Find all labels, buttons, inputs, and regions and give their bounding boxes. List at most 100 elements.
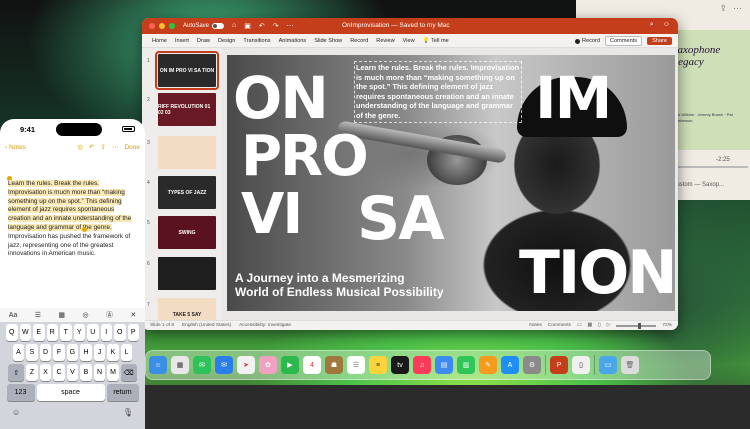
playback-progress[interactable]	[672, 166, 748, 168]
key[interactable]: Q	[6, 324, 18, 341]
key[interactable]: R	[46, 324, 58, 341]
key[interactable]: U	[87, 324, 99, 341]
downloads-folder-icon[interactable]: ▭	[599, 356, 617, 374]
tab-transitions[interactable]: Transitions	[239, 38, 274, 44]
home-icon[interactable]: ⌂	[232, 22, 236, 30]
microphone-icon[interactable]: 🎙	[123, 408, 133, 417]
iphone-mirroring-icon[interactable]: ▯	[572, 356, 590, 374]
key[interactable]: N	[93, 364, 106, 381]
accessibility-indicator[interactable]: Accessibility: Investigate	[239, 323, 291, 328]
key[interactable]: W	[19, 324, 31, 341]
key[interactable]: V	[66, 364, 79, 381]
close-keyboard-button[interactable]: ✕	[130, 311, 136, 319]
messages-icon[interactable]: ✉	[193, 356, 211, 374]
key[interactable]: Y	[73, 324, 85, 341]
key[interactable]: J	[93, 344, 106, 361]
slide-thumbnail[interactable]	[158, 136, 216, 169]
slide-thumbnail[interactable]: RIFF REVOLUTION 01 02 03	[158, 93, 216, 126]
key[interactable]: H	[80, 344, 92, 361]
key[interactable]: E	[33, 324, 45, 341]
close-button[interactable]	[149, 23, 155, 29]
delete-key[interactable]: ⌫	[120, 364, 137, 381]
share-icon[interactable]: ⇪	[101, 143, 106, 151]
key[interactable]: P	[127, 324, 139, 341]
reading-view-icon[interactable]: ▯	[598, 323, 601, 328]
mail-icon[interactable]: ✉	[215, 356, 233, 374]
return-key[interactable]: return	[106, 384, 139, 401]
more-icon[interactable]: ⋯	[112, 143, 119, 151]
tab-slide-show[interactable]: Slide Show	[310, 38, 346, 44]
collaborate-icon[interactable]: ◎	[77, 143, 83, 151]
sorter-view-icon[interactable]: ▦	[588, 323, 593, 328]
slideshow-view-icon[interactable]: ▷	[607, 323, 611, 328]
slide-thumbnail[interactable]: TYPES OF JAZZ	[158, 176, 216, 209]
notes-button[interactable]: Notes	[529, 323, 542, 328]
shift-key[interactable]: ⇧	[8, 364, 25, 381]
key[interactable]: F	[53, 344, 65, 361]
more-icon[interactable]: ⋯	[733, 3, 742, 13]
contacts-icon[interactable]: ☗	[325, 356, 343, 374]
text-format-button[interactable]: Aa	[9, 312, 18, 319]
key[interactable]: L	[120, 344, 133, 361]
music-icon[interactable]: ♫	[413, 356, 431, 374]
tab-animations[interactable]: Animations	[275, 38, 311, 44]
markup-button[interactable]: Ⓐ	[106, 310, 113, 320]
share-button[interactable]: Share	[647, 37, 672, 45]
zoom-level[interactable]: 72%	[662, 323, 672, 328]
key[interactable]: B	[80, 364, 92, 381]
emoji-icon[interactable]: ☺	[12, 408, 20, 417]
facetime-icon[interactable]: ▶	[281, 356, 299, 374]
done-button[interactable]: Done	[124, 144, 140, 151]
slide-thumbnail[interactable]	[158, 257, 216, 290]
trash-icon[interactable]: 🗑	[621, 356, 639, 374]
notes-icon[interactable]: ≡	[369, 356, 387, 374]
tab-view[interactable]: View	[399, 38, 419, 44]
account-icon[interactable]: ☺	[663, 21, 670, 29]
space-key[interactable]: space	[36, 384, 105, 401]
key[interactable]: A	[12, 344, 25, 361]
back-button[interactable]: ‹ Notes	[5, 144, 26, 151]
camera-button[interactable]: ◎	[82, 311, 88, 319]
iphone-mirror-window[interactable]: 9:41 ‹ Notes ◎ ↶ ⇪ ⋯ Done Learn the rule…	[0, 119, 145, 429]
tab-insert[interactable]: Insert	[171, 38, 193, 44]
normal-view-icon[interactable]: ▭	[577, 323, 582, 328]
slide-thumbnail[interactable]: ON IM PRO VI SA TION	[155, 51, 219, 90]
slide-thumbnail-pane[interactable]: 1 ON IM PRO VI SA TION 2 RIFF REVOLUTION…	[142, 48, 222, 330]
app-store-icon[interactable]: A	[501, 356, 519, 374]
zoom-button[interactable]	[169, 23, 175, 29]
search-icon[interactable]: ⌕	[650, 21, 654, 29]
key[interactable]: M	[107, 364, 119, 381]
tab-home[interactable]: Home	[148, 38, 171, 44]
powerpoint-window[interactable]: AutoSave ⌂ ▣ ↶ ↷ ⋯ OnImprovisation — Sav…	[142, 18, 678, 330]
undo-icon[interactable]: ↶	[259, 22, 265, 30]
key[interactable]: O	[114, 324, 126, 341]
key[interactable]: X	[39, 364, 52, 381]
key[interactable]: D	[39, 344, 52, 361]
record-button[interactable]: Record	[574, 38, 600, 44]
comments-button[interactable]: Comments	[605, 36, 643, 46]
key[interactable]: Z	[26, 364, 38, 381]
tab-review[interactable]: Review	[372, 38, 398, 44]
redo-icon[interactable]: ↷	[273, 22, 279, 30]
appletv-icon[interactable]: tv	[391, 356, 409, 374]
key[interactable]: T	[60, 324, 72, 341]
pages-icon[interactable]: ✎	[479, 356, 497, 374]
tab-design[interactable]: Design	[214, 38, 239, 44]
zoom-slider[interactable]	[616, 322, 657, 329]
undo-icon[interactable]: ↶	[89, 143, 94, 151]
more-icon[interactable]: ⋯	[287, 22, 294, 30]
checklist-button[interactable]: ☰	[35, 311, 41, 319]
finder-icon[interactable]: ☺	[149, 356, 167, 374]
slide-quote-textbox[interactable]: Learn the rules. Break the rules. Improv…	[354, 61, 522, 123]
numbers-key[interactable]: 123	[6, 384, 35, 401]
slide-thumbnail[interactable]: SWING	[158, 216, 216, 249]
selection-end-handle[interactable]	[82, 227, 87, 232]
system-settings-icon[interactable]: ⚙	[523, 356, 541, 374]
toggle-switch[interactable]	[212, 23, 225, 29]
photos-icon[interactable]: ✿	[259, 356, 277, 374]
keynote-icon[interactable]: ▤	[435, 356, 453, 374]
tab-draw[interactable]: Draw	[193, 38, 214, 44]
slide-canvas[interactable]: ON IM PRO VI SA TION Learn the rules. Br…	[227, 55, 675, 311]
key[interactable]: I	[100, 324, 112, 341]
powerpoint-icon[interactable]: P	[550, 356, 568, 374]
